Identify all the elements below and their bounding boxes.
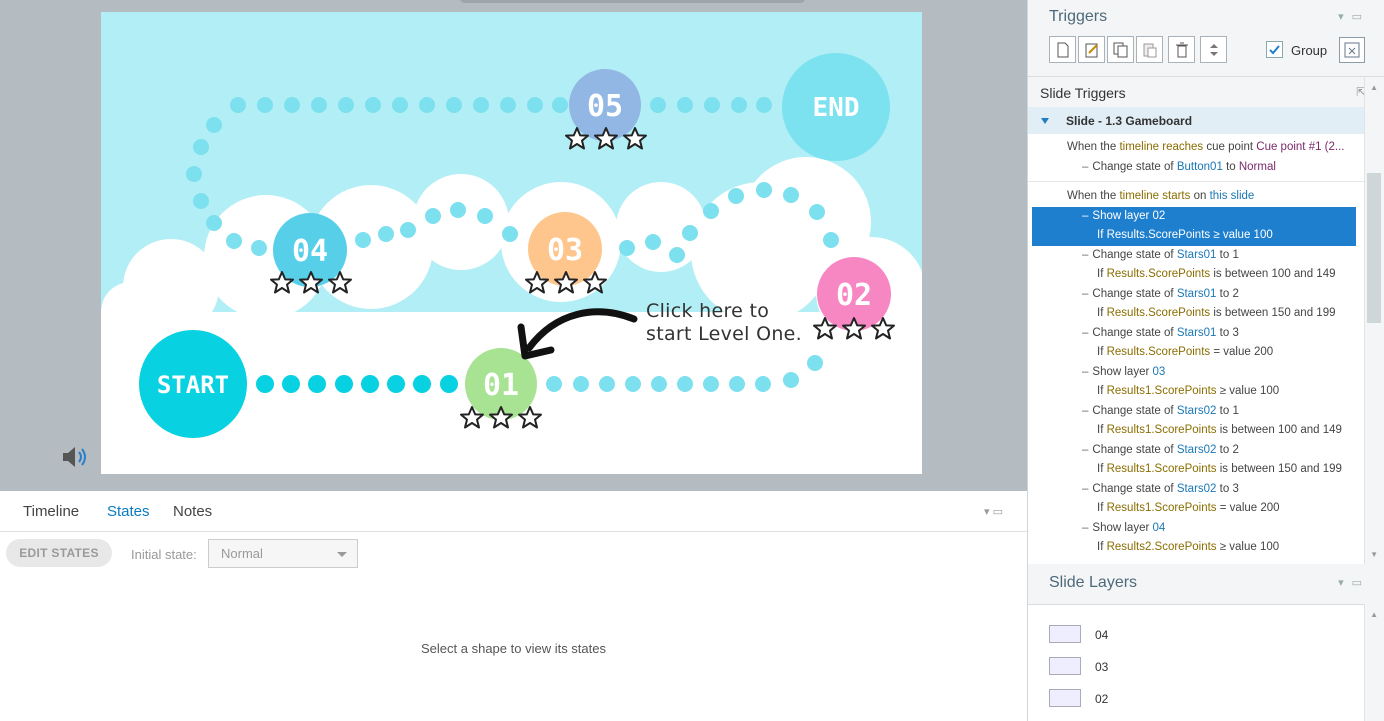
trigger-action-row[interactable]: – Change state of Stars02 to 3 If Results… xyxy=(1028,480,1384,519)
trigger-action-row[interactable]: – Change state of Button01 to Normal xyxy=(1028,158,1384,178)
edit-trigger-button[interactable] xyxy=(1078,36,1105,63)
panel-menu-icon[interactable]: ▾ ▭ xyxy=(984,505,1003,518)
slide-group-row[interactable]: Slide - 1.3 Gameboard xyxy=(1028,107,1384,134)
layer-thumbnail xyxy=(1049,657,1081,675)
trigger-action-selected[interactable]: – Show layer 02 If Results.ScorePoints ≥ … xyxy=(1032,206,1356,246)
right-panel: Triggers ▾▭ Group Slide Triggers ⇱ Slide… xyxy=(1027,0,1384,721)
stage-scrollbar[interactable] xyxy=(460,0,805,3)
initial-state-label: Initial state: xyxy=(131,547,197,562)
layers-list: 04 03 02 xyxy=(1028,604,1364,721)
svg-text:END: END xyxy=(813,93,860,123)
tab-states[interactable]: States xyxy=(107,503,150,520)
group-checkbox[interactable] xyxy=(1266,41,1283,58)
trigger-action-row[interactable]: – Show layer 03 If Results1.ScorePoints ≥… xyxy=(1028,363,1384,402)
states-empty-message: Select a shape to view its states xyxy=(421,641,606,656)
layer-thumbnail xyxy=(1049,689,1081,707)
edit-states-button[interactable]: EDIT STATES xyxy=(6,539,112,567)
triggers-title: Triggers xyxy=(1049,8,1108,25)
trigger-action-row[interactable]: – Change state of Stars01 to 1 If Results… xyxy=(1028,246,1384,285)
scrollbar-thumb[interactable] xyxy=(1367,173,1381,323)
speaker-icon[interactable] xyxy=(62,446,88,468)
slide-canvas[interactable]: END 05 04 03 02 01 START Click here to s… xyxy=(101,12,922,474)
trigger-action-row[interactable]: – Change state of Stars02 to 1 If Results… xyxy=(1028,402,1384,441)
svg-text:01: 01 xyxy=(483,368,519,403)
variables-button[interactable] xyxy=(1339,37,1365,63)
trigger-cue-point[interactable]: When the timeline reaches cue point Cue … xyxy=(1028,138,1384,158)
node-start: START xyxy=(139,330,247,438)
trigger-timeline-starts[interactable]: When the timeline starts on this slide xyxy=(1028,187,1384,207)
slide-triggers-header: Slide Triggers ⇱ xyxy=(1028,77,1384,107)
scroll-down-icon[interactable]: ▼ xyxy=(1370,550,1378,559)
layer-thumbnail xyxy=(1049,625,1081,643)
states-panel: Timeline States Notes ▾ ▭ EDIT STATES In… xyxy=(0,491,1027,721)
checkmark-icon xyxy=(1269,45,1280,55)
expand-triangle-icon[interactable] xyxy=(1041,118,1049,124)
triggers-scrollbar[interactable]: ▲ ▼ xyxy=(1364,77,1384,564)
trash-icon xyxy=(1176,42,1188,58)
variables-icon xyxy=(1344,42,1360,58)
slide-layers-panel: Slide Layers ▾▭ 04 03 02 ▲ xyxy=(1028,564,1384,721)
svg-text:START: START xyxy=(157,371,229,399)
initial-state-dropdown[interactable]: Normal xyxy=(208,539,358,568)
svg-text:04: 04 xyxy=(292,234,328,269)
trigger-action-row[interactable]: – Show layer 04 If Results2.ScorePoints ≥… xyxy=(1028,519,1384,558)
callout-text: Click here to start Level One. xyxy=(646,300,803,345)
move-trigger-button[interactable] xyxy=(1200,36,1227,63)
slide-group-label: Slide - 1.3 Gameboard xyxy=(1066,114,1193,128)
gameboard-graphic: END 05 04 03 02 01 START xyxy=(101,53,922,474)
svg-text:02: 02 xyxy=(836,278,872,313)
up-down-arrows-icon xyxy=(1210,44,1218,56)
group-label[interactable]: Group xyxy=(1291,43,1327,58)
panel-menu-icon[interactable]: ▾▭ xyxy=(1338,10,1370,23)
slide-layers-title: Slide Layers xyxy=(1049,574,1138,591)
panel-menu-icon[interactable]: ▾▭ xyxy=(1338,576,1370,589)
scroll-up-icon[interactable]: ▲ xyxy=(1370,83,1378,92)
bottom-tab-bar: Timeline States Notes ▾ ▭ xyxy=(0,491,1027,532)
edit-icon xyxy=(1085,43,1098,58)
new-trigger-button[interactable] xyxy=(1049,36,1076,63)
trigger-action-row[interactable]: – Change state of Stars02 to 2 If Results… xyxy=(1028,441,1384,480)
slide-layers-header: Slide Layers ▾▭ xyxy=(1028,564,1384,596)
node-end: END xyxy=(782,53,890,161)
svg-text:05: 05 xyxy=(587,89,623,124)
copy-trigger-button[interactable] xyxy=(1107,36,1134,63)
slide-triggers-list: Slide Triggers ⇱ Slide - 1.3 Gameboard W… xyxy=(1028,76,1384,564)
paste-trigger-button[interactable] xyxy=(1136,36,1163,63)
stars-level-05 xyxy=(565,127,647,150)
tab-notes[interactable]: Notes xyxy=(173,503,212,520)
tab-timeline[interactable]: Timeline xyxy=(23,503,79,520)
new-document-icon xyxy=(1057,42,1069,58)
trigger-action-row[interactable]: – Change state of Stars01 to 3 If Results… xyxy=(1028,324,1384,363)
slide-stage: END 05 04 03 02 01 START Click here to s… xyxy=(0,0,1027,491)
delete-trigger-button[interactable] xyxy=(1168,36,1195,63)
slide-triggers-title: Slide Triggers xyxy=(1040,85,1126,101)
triggers-panel-header: Triggers ▾▭ xyxy=(1028,0,1384,32)
svg-text:03: 03 xyxy=(547,233,583,268)
chevron-down-icon xyxy=(337,552,347,557)
scroll-up-icon[interactable]: ▲ xyxy=(1370,610,1378,619)
trigger-action-row[interactable]: – Change state of Stars01 to 2 If Results… xyxy=(1028,285,1384,324)
layers-scrollbar[interactable]: ▲ xyxy=(1364,604,1384,721)
initial-state-value: Normal xyxy=(221,546,263,561)
paste-icon xyxy=(1143,43,1157,58)
copy-icon xyxy=(1113,42,1128,58)
